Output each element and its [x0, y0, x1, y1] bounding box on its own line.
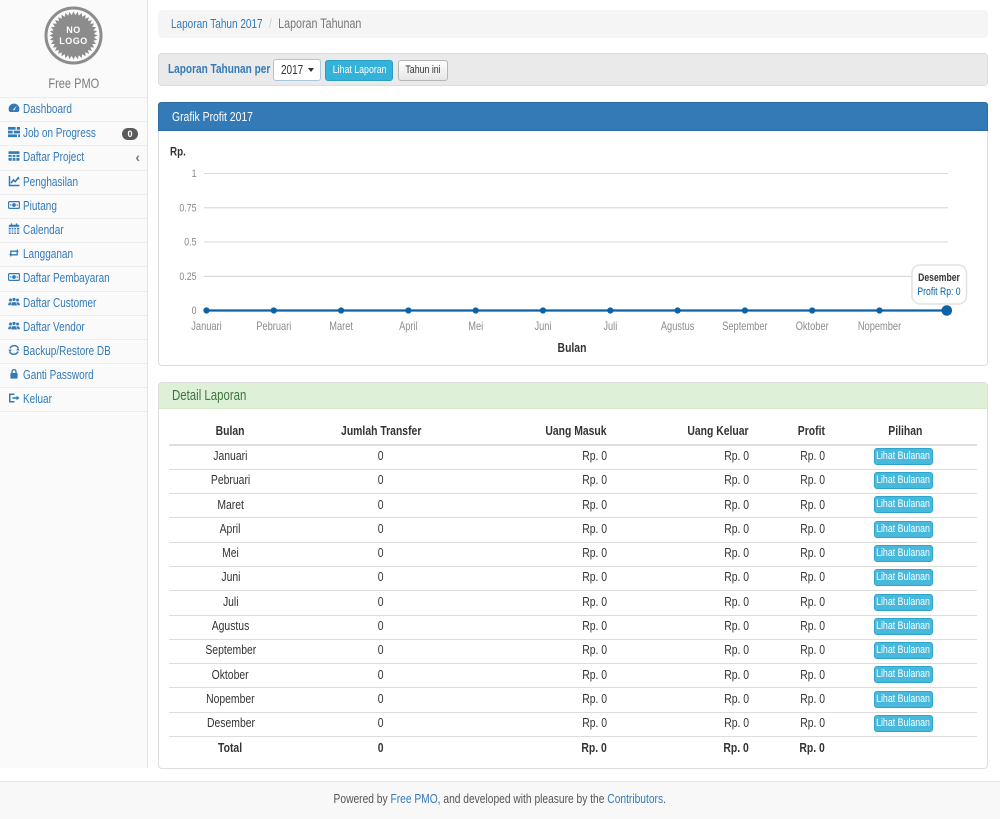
svg-text:September: September: [722, 320, 768, 333]
svg-text:Juni: Juni: [534, 320, 551, 333]
svg-text:0: 0: [192, 305, 197, 317]
svg-text:Pebruari: Pebruari: [256, 320, 291, 333]
svg-text:Januari: Januari: [191, 320, 221, 333]
svg-text:1: 1: [192, 168, 197, 180]
svg-text:Bulan: Bulan: [558, 341, 587, 355]
svg-text:NO: NO: [66, 25, 81, 35]
svg-text:Profit Rp: 0: Profit Rp: 0: [917, 286, 961, 298]
svg-text:0.75: 0.75: [179, 202, 197, 214]
svg-text:Mei: Mei: [468, 320, 483, 333]
svg-text:Oktober: Oktober: [796, 320, 829, 333]
svg-text:0.5: 0.5: [184, 237, 197, 249]
svg-text:0.25: 0.25: [179, 271, 197, 283]
svg-text:LOGO: LOGO: [59, 36, 88, 46]
svg-text:Rp.: Rp.: [170, 146, 186, 159]
svg-text:Nopember: Nopember: [858, 320, 902, 333]
svg-text:Maret: Maret: [329, 320, 353, 333]
svg-text:Desember: Desember: [918, 272, 960, 284]
svg-text:April: April: [399, 320, 418, 333]
svg-text:Agustus: Agustus: [661, 320, 695, 333]
svg-text:Juli: Juli: [603, 320, 617, 333]
